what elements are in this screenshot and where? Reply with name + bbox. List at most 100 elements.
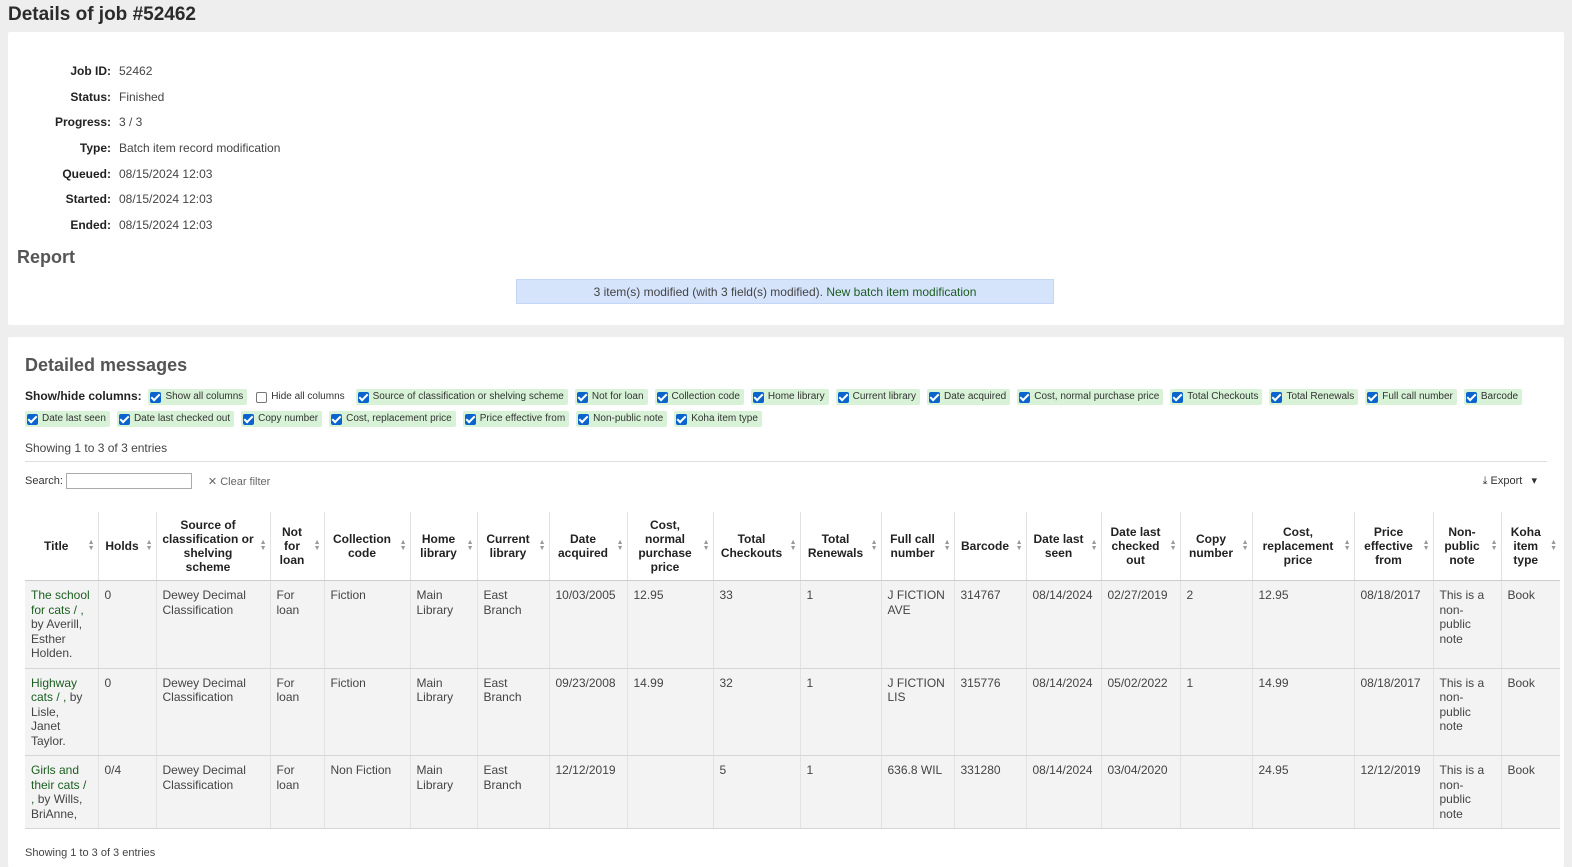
items-table: Title ▲ ▼ Holds ▲ ▼ Source of classification o…	[25, 512, 1560, 829]
table-cell: Dewey Decimal Classification	[155, 755, 270, 829]
colvis-toggle-label: Full call number	[1382, 391, 1453, 403]
sort-icon: ▲ ▼	[1090, 539, 1098, 552]
column-header[interactable]: Non-public note ▲ ▼	[1432, 512, 1501, 581]
column-header[interactable]: Barcode ▲ ▼	[953, 512, 1026, 581]
report-alert: 3 item(s) modified (with 3 field(s) modi…	[516, 279, 1054, 304]
colvis-toggle[interactable]: Current library	[835, 389, 920, 406]
column-header[interactable]: Collection code ▲ ▼	[323, 512, 410, 581]
column-header[interactable]: Full call number ▲ ▼	[880, 512, 954, 581]
table-cell: 12.95	[626, 580, 713, 669]
checkbox-icon[interactable]	[357, 391, 369, 403]
colvis-toggle[interactable]: Date acquired	[926, 389, 1011, 406]
table-cell: This is a non-public note	[1432, 668, 1501, 756]
table-body: The school for cats / , by Averill, Esth…	[25, 580, 1560, 829]
checkbox-icon[interactable]	[1271, 391, 1283, 403]
checkbox-icon[interactable]	[118, 413, 130, 425]
report-message: 3 item(s) modified (with 3 field(s) modi…	[593, 285, 823, 299]
column-header[interactable]: Cost, normal purchase price ▲ ▼	[626, 512, 713, 581]
colvis-toggle[interactable]: Hide all columns	[254, 389, 348, 405]
checkbox-icon[interactable]	[928, 391, 940, 403]
checkbox-icon[interactable]	[1465, 391, 1477, 403]
colvis-toggle[interactable]: Non-public note	[576, 411, 668, 428]
job-detail-value: 08/15/2024 12:03	[119, 166, 213, 181]
table-cell: 14.99	[1251, 668, 1354, 756]
colvis-toggle-label: Koha item type	[691, 413, 758, 425]
checkbox-icon[interactable]	[578, 413, 590, 425]
table-row: Girls and their cats / , by Wills, BriAn…	[25, 755, 1560, 829]
checkbox-icon[interactable]	[150, 391, 162, 403]
column-header[interactable]: Cost, replacement price ▲ ▼	[1251, 512, 1354, 581]
job-detail-row: Job ID: 52462	[8, 64, 1564, 90]
colvis-toggle[interactable]: Total Renewals	[1269, 389, 1359, 406]
table-row: The school for cats / , by Averill, Esth…	[25, 580, 1560, 669]
column-header[interactable]: Title ▲ ▼	[25, 512, 98, 581]
colvis-toggle[interactable]: Show all columns	[148, 389, 248, 406]
colvis-toggle[interactable]: Not for loan	[574, 389, 648, 406]
column-header[interactable]: Price effective from ▲ ▼	[1353, 512, 1433, 581]
colvis-toggle[interactable]: Total Checkouts	[1170, 389, 1263, 406]
table-cell: The school for cats / , by Averill, Esth…	[25, 580, 98, 669]
sort-icon: ▲ ▼	[87, 539, 95, 552]
colvis-toggle[interactable]: Copy number	[241, 411, 323, 428]
table-cell: 08/18/2017	[1353, 668, 1433, 756]
checkbox-icon[interactable]	[576, 391, 588, 403]
column-header[interactable]: Date acquired ▲ ▼	[548, 512, 627, 581]
column-header[interactable]: Date last seen ▲ ▼	[1025, 512, 1101, 581]
column-header[interactable]: Koha item type ▲ ▼	[1500, 512, 1560, 581]
colvis-toggle[interactable]: Date last checked out	[116, 411, 235, 428]
table-cell: 08/14/2024	[1025, 755, 1101, 829]
table-cell: Non Fiction	[323, 755, 410, 829]
table-cell: Book	[1500, 580, 1560, 669]
column-header[interactable]: Not for loan ▲ ▼	[269, 512, 324, 581]
colvis-toggle-label: Not for loan	[591, 391, 644, 403]
checkbox-icon[interactable]	[1172, 391, 1184, 403]
search-input[interactable]	[65, 473, 192, 489]
column-header[interactable]: Total Renewals ▲ ▼	[799, 512, 881, 581]
checkbox-icon[interactable]	[27, 413, 38, 425]
checkbox-icon[interactable]	[464, 413, 476, 425]
checkbox-icon[interactable]	[837, 391, 849, 403]
column-header[interactable]: Current library ▲ ▼	[476, 512, 549, 581]
checkbox-icon[interactable]	[243, 413, 255, 425]
colvis-toggle[interactable]: Cost, normal purchase price	[1017, 389, 1164, 406]
checkbox-icon[interactable]	[676, 413, 688, 425]
column-header[interactable]: Total Checkouts ▲ ▼	[712, 512, 800, 581]
checkbox-icon[interactable]	[331, 413, 343, 425]
sort-icon: ▲ ▼	[943, 539, 951, 552]
colvis-toggle[interactable]: Home library	[750, 389, 829, 406]
column-header-label: Date acquired	[557, 532, 608, 560]
table-cell: 0	[97, 580, 156, 669]
checkbox-icon[interactable]	[656, 391, 668, 403]
column-header[interactable]: Home library ▲ ▼	[409, 512, 477, 581]
colvis-toggle[interactable]: Full call number	[1365, 389, 1457, 406]
sort-icon: ▲ ▼	[1241, 539, 1249, 552]
colvis-label: Show/hide columns:	[25, 389, 142, 403]
detailed-messages-heading: Detailed messages	[25, 355, 188, 375]
colvis-toggle[interactable]: Collection code	[654, 389, 744, 406]
job-detail-label: Started:	[65, 192, 111, 207]
colvis-toggle[interactable]: Koha item type	[674, 411, 762, 428]
checkbox-icon[interactable]	[1019, 391, 1031, 403]
colvis-toggle[interactable]: Price effective from	[462, 411, 570, 428]
colvis-toggle[interactable]: Barcode	[1463, 389, 1523, 406]
column-header[interactable]: Holds ▲ ▼	[97, 512, 156, 581]
clear-filter-button[interactable]: ✕ Clear filter	[208, 475, 270, 488]
export-button[interactable]: ⤓ Export ▾	[1483, 474, 1537, 488]
checkbox-icon[interactable]	[1367, 391, 1379, 403]
sort-icon: ▲ ▼	[1422, 539, 1430, 552]
checkbox-icon[interactable]	[256, 391, 268, 403]
new-batch-link[interactable]: New batch item modification	[826, 285, 976, 299]
title-link[interactable]: The school for cats / ,	[31, 588, 90, 617]
colvis-toggle[interactable]: Date last seen	[25, 411, 110, 428]
column-header[interactable]: Copy number ▲ ▼	[1179, 512, 1252, 581]
column-header[interactable]: Date last checked out ▲ ▼	[1100, 512, 1180, 581]
clear-filter-label: Clear filter	[220, 475, 271, 488]
colvis-toggle[interactable]: Cost, replacement price	[329, 411, 456, 428]
table-cell: 2	[1179, 580, 1252, 669]
column-header[interactable]: Source of classification or shelving sch…	[155, 512, 270, 581]
checkbox-icon[interactable]	[752, 391, 764, 403]
colvis-toggle[interactable]: Source of classification or shelving sch…	[355, 389, 568, 406]
x-icon: ✕	[207, 475, 218, 488]
colvis-toggle-label: Date last seen	[42, 413, 106, 425]
column-header-label: Price effective from	[1364, 525, 1413, 567]
